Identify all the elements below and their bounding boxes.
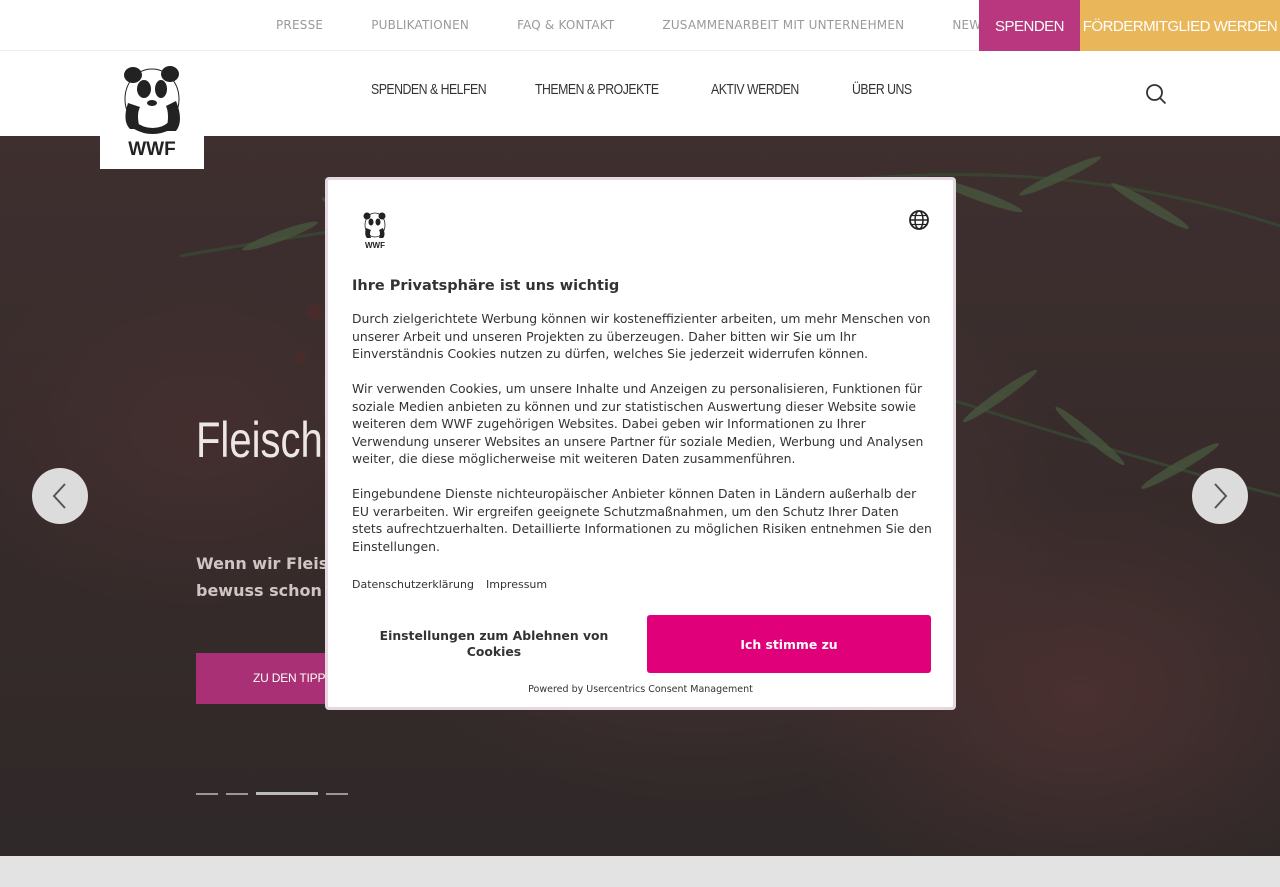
nav-ueber-uns[interactable]: ÜBER UNS	[852, 81, 918, 98]
utility-links: PRESSE PUBLIKATIONEN FAQ & KONTAKT ZUSAM…	[276, 18, 1059, 32]
consent-paragraph-1: Durch zielgerichtete Werbung können wir …	[352, 311, 931, 361]
page-bottom	[0, 856, 1280, 887]
prev-slide-button[interactable]	[32, 468, 88, 524]
panda-icon: WWF	[124, 66, 180, 160]
wwf-logo-text: WWF	[128, 139, 175, 160]
slider-dot[interactable]	[326, 792, 348, 795]
main-nav: SPENDEN & HELFEN THEMEN & PROJEKTE AKTIV…	[371, 81, 932, 98]
nav-spenden-helfen[interactable]: SPENDEN & HELFEN	[371, 81, 505, 98]
search-icon[interactable]	[1145, 83, 1167, 109]
nav-themen-projekte[interactable]: THEMEN & PROJEKTE	[535, 81, 679, 98]
panda-icon: WWF	[363, 212, 386, 250]
slider-dot-active[interactable]	[256, 792, 318, 795]
foerdermitglied-button[interactable]: Fördermitglied werden	[1080, 0, 1280, 51]
chevron-right-icon	[1214, 483, 1228, 509]
consent-paragraph-2: Wir verwenden Cookies, um unsere Inhalte…	[352, 381, 924, 466]
spenden-button[interactable]: Spenden	[979, 0, 1080, 51]
wwf-logo[interactable]: WWF	[100, 51, 204, 169]
consent-paragraph-3: Eingebundene Dienste nichteuropäischer A…	[352, 486, 932, 554]
slider-dots	[196, 792, 356, 795]
accept-button[interactable]: Ich stimme zu	[647, 615, 931, 673]
powered-by-text: Powered by Usercentrics Consent Manageme…	[528, 684, 753, 695]
hero-cta-label: ZU DEN TIPPS	[253, 671, 334, 685]
consent-dialog: WWF Ihre Privatsphäre ist uns wichtig Du…	[326, 178, 955, 709]
consent-title: Ihre Privatsphäre ist uns wichtig	[352, 278, 620, 294]
consent-links: Datenschutzerklärung Impressum	[352, 578, 559, 591]
imprint-link[interactable]: Impressum	[486, 578, 547, 591]
consent-logo-text: WWF	[365, 241, 385, 249]
utility-link-publikationen[interactable]: PUBLIKATIONEN	[371, 18, 469, 32]
utility-link-presse[interactable]: PRESSE	[276, 18, 323, 32]
foerdermitglied-button-label: Fördermitglied werden	[1082, 18, 1278, 35]
globe-icon[interactable]	[908, 209, 930, 235]
next-slide-button[interactable]	[1192, 468, 1248, 524]
utility-link-faq-kontakt[interactable]: FAQ & KONTAKT	[517, 18, 614, 32]
spenden-button-label: Spenden	[994, 18, 1065, 35]
slider-dot[interactable]	[226, 792, 248, 795]
nav-aktiv-werden[interactable]: AKTIV WERDEN	[711, 81, 827, 98]
privacy-policy-link[interactable]: Datenschutzerklärung	[352, 578, 474, 591]
slider-dot[interactable]	[196, 792, 218, 795]
utility-link-zusammenarbeit[interactable]: ZUSAMMENARBEIT MIT UNTERNEHMEN	[662, 18, 904, 32]
consent-wwf-logo: WWF	[361, 211, 389, 253]
chevron-left-icon	[52, 483, 66, 509]
decline-settings-button[interactable]: Einstellungen zum Ablehnen von Cookies	[363, 616, 625, 672]
